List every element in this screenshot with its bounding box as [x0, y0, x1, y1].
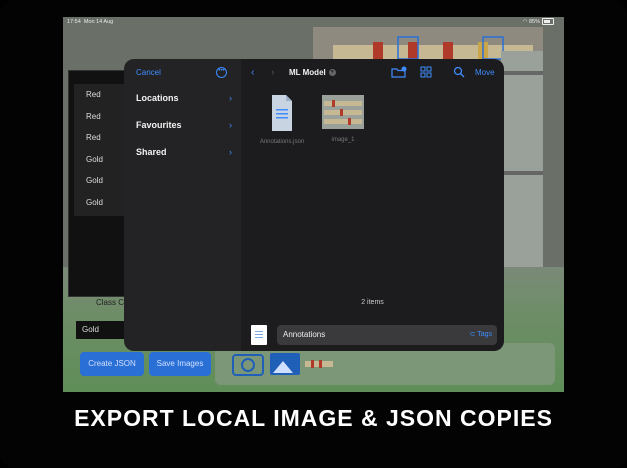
band-color-item[interactable]: Red — [74, 106, 130, 128]
ipad-screen: 17:54 Mon 14 Aug ◠ 85% Red Red Red Gold … — [63, 17, 564, 392]
file-name: image_1 — [331, 137, 355, 143]
photo-icon[interactable] — [270, 353, 300, 375]
caption: EXPORT LOCAL IMAGE & JSON COPIES — [74, 405, 553, 431]
wifi-icon: ◠ — [522, 19, 528, 25]
class-label: Class C — [96, 298, 125, 307]
document-icon — [272, 95, 292, 131]
filename-input[interactable]: Annotations ⊂ Tags — [277, 325, 497, 345]
sidebar-item-locations[interactable]: Locations › — [136, 93, 232, 103]
cancel-button[interactable]: Cancel — [136, 68, 161, 77]
item-count: 2 items — [361, 299, 384, 306]
save-row: Annotations ⊂ Tags — [251, 325, 497, 345]
new-folder-icon[interactable] — [391, 66, 407, 78]
move-button[interactable]: Move — [475, 68, 495, 77]
chevron-right-icon: › — [229, 93, 232, 103]
status-bar: 17:54 Mon 14 Aug ◠ 85% — [63, 17, 564, 27]
save-images-button[interactable]: Save Images — [149, 352, 211, 376]
chevron-down-icon: ▾ — [328, 69, 336, 77]
band-color-item[interactable]: Gold — [74, 192, 130, 214]
file-item-image[interactable]: image_1 — [318, 93, 368, 144]
files-browser: ‹ › ML Model ▾ Move Annotations.json ima… — [241, 59, 504, 351]
battery-percent: 85% — [528, 19, 540, 25]
search-icon[interactable] — [453, 66, 465, 78]
camera-icon[interactable] — [232, 354, 264, 376]
folder-title[interactable]: ML Model ▾ — [289, 68, 336, 77]
band-color-item[interactable]: Red — [74, 127, 130, 149]
band-color-item[interactable]: Red — [74, 84, 130, 106]
document-thumbnail-icon — [251, 325, 267, 345]
status-time: 17:54 — [67, 19, 81, 25]
class-input[interactable]: Gold — [76, 321, 131, 339]
band-color-item[interactable]: Gold — [74, 170, 130, 192]
back-icon[interactable]: ‹ — [251, 67, 254, 78]
sidebar-item-favourites[interactable]: Favourites › — [136, 120, 232, 130]
sidebar-item-label: Shared — [136, 147, 167, 157]
files-sidebar: Cancel ••• Locations › Favourites › Shared… — [124, 59, 241, 351]
file-item-annotations[interactable]: Annotations.json — [257, 93, 307, 146]
sidebar-item-shared[interactable]: Shared › — [136, 147, 232, 157]
create-json-button[interactable]: Create JSON — [80, 352, 144, 376]
more-icon[interactable]: ••• — [216, 67, 227, 78]
grid-view-icon[interactable] — [420, 66, 432, 78]
sidebar-item-label: Locations — [136, 93, 179, 103]
battery-icon — [542, 18, 554, 26]
tag-icon: ⊂ — [469, 331, 476, 338]
image-thumbnail-icon — [322, 95, 364, 129]
tags-button[interactable]: ⊂ Tags — [470, 325, 493, 345]
chevron-right-icon: › — [229, 147, 232, 157]
chevron-right-icon: › — [229, 120, 232, 130]
forward-icon[interactable]: › — [271, 67, 274, 78]
resistor-thumb-icon — [305, 360, 333, 368]
band-color-list[interactable]: Red Red Red Gold Gold Gold — [74, 84, 130, 216]
status-date: Mon 14 Aug — [83, 19, 114, 25]
sidebar-item-label: Favourites — [136, 120, 182, 130]
file-name: Annotations.json — [259, 139, 305, 145]
app-frame: 17:54 Mon 14 Aug ◠ 85% Red Red Red Gold … — [0, 0, 627, 468]
bg-resistor-strip — [501, 51, 543, 301]
band-color-item[interactable]: Gold — [74, 149, 130, 171]
